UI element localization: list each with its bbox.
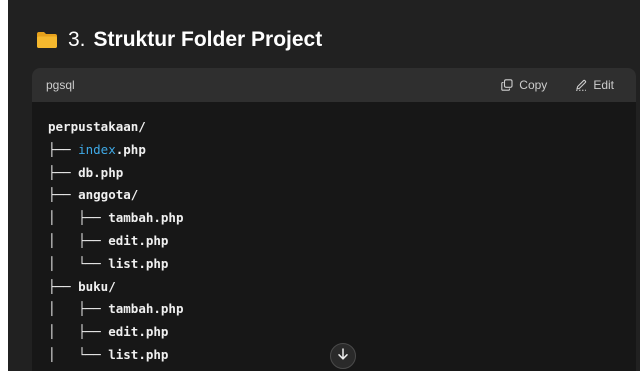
copy-label: Copy	[519, 78, 548, 92]
code-line: ├── index.php	[48, 141, 146, 157]
code-line: ├── anggota/	[48, 187, 139, 203]
code-block: pgsql Copy Edit perpustakaan/ ├── index.…	[32, 68, 636, 371]
code-line: │ ├── edit.php	[48, 232, 169, 248]
code-line: ├── db.php	[48, 164, 124, 180]
code-line: │ ├── tambah.php	[48, 210, 184, 226]
code-language-label: pgsql	[46, 78, 75, 92]
code-header: pgsql Copy Edit	[32, 68, 636, 102]
section-heading: 3. Struktur Folder Project	[36, 24, 322, 56]
code-line: │ ├── tambah.php	[48, 301, 184, 317]
copy-button[interactable]: Copy	[501, 78, 547, 92]
scroll-to-bottom-button[interactable]	[330, 343, 356, 369]
code-line: │ └── list.php	[48, 255, 169, 271]
folder-icon	[36, 31, 58, 49]
copy-icon	[501, 79, 513, 91]
pencil-icon	[575, 79, 587, 91]
edit-label: Edit	[593, 78, 614, 92]
arrow-down-icon	[337, 347, 349, 365]
section-number: 3.	[68, 28, 86, 51]
window-left-edge	[0, 0, 8, 371]
code-line: ├── buku/	[48, 278, 116, 294]
code-line: │ ├── edit.php	[48, 324, 169, 340]
code-line: perpustakaan/	[48, 119, 146, 134]
section-title: Struktur Folder Project	[93, 28, 323, 51]
edit-button[interactable]: Edit	[575, 78, 614, 92]
code-content: perpustakaan/ ├── index.php ├── db.php ├…	[32, 102, 636, 367]
code-actions: Copy Edit	[501, 78, 614, 92]
